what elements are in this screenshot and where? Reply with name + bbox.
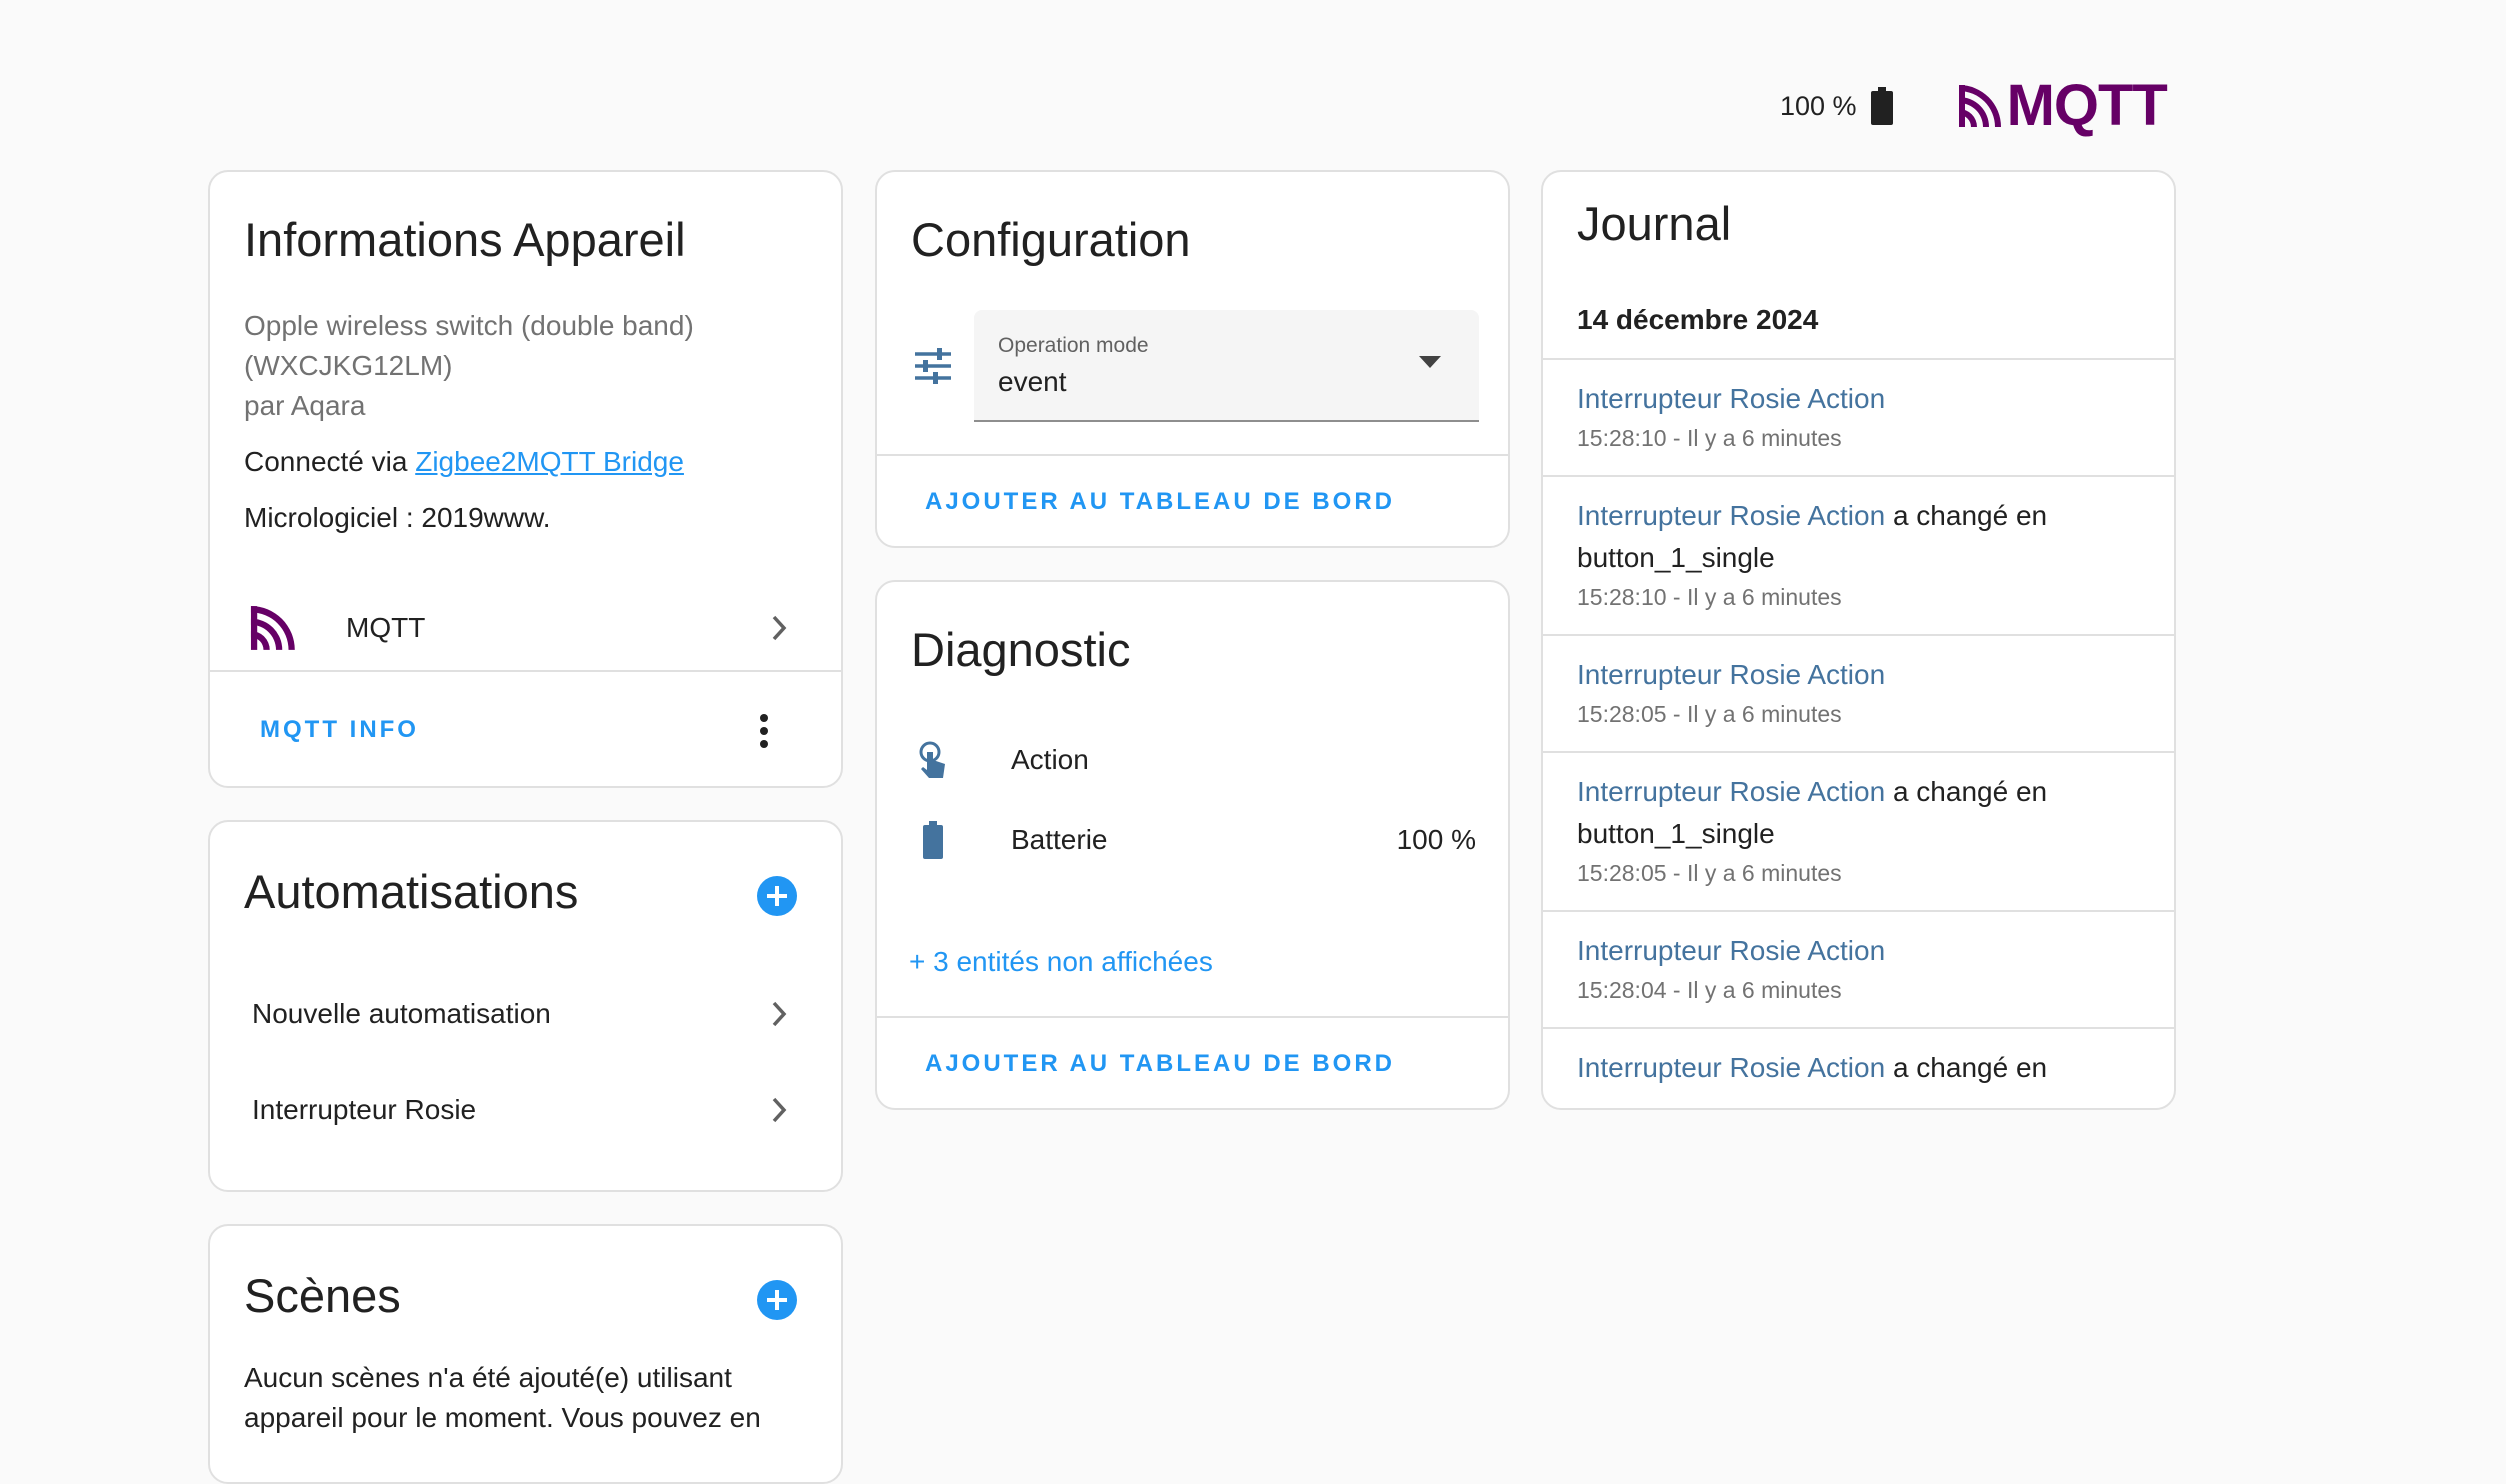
- add-to-dashboard-button[interactable]: AJOUTER AU TABLEAU DE BORD: [925, 1050, 1395, 1078]
- entry-line: Interrupteur Rosie Action a changé en: [1577, 771, 2140, 813]
- automation-item[interactable]: Interrupteur Rosie: [210, 1062, 841, 1158]
- battery-icon: [1870, 87, 1893, 125]
- divider: [877, 1016, 1508, 1018]
- logbook-entry: Interrupteur Rosie Action 15:28:05 - Il …: [1543, 634, 2174, 732]
- chevron-right-icon: [772, 1097, 787, 1123]
- arrow-drop-down-icon: [1419, 356, 1441, 368]
- divider: [877, 454, 1508, 456]
- entity-link[interactable]: Interrupteur Rosie Action: [1577, 1052, 1885, 1083]
- add-circle-icon[interactable]: [757, 1280, 797, 1320]
- card-title: Scènes: [244, 1269, 401, 1322]
- logbook-date: 14 décembre 2024: [1577, 304, 1819, 335]
- model-id: (WXCJKG12LM): [244, 350, 453, 381]
- card-title: Diagnostic: [911, 623, 1131, 676]
- entry-line: Interrupteur Rosie Action a changé en: [1577, 495, 2140, 537]
- automation-label: Interrupteur Rosie: [252, 1094, 477, 1125]
- select-value: event: [998, 366, 1067, 397]
- logbook-entry: Interrupteur Rosie Action a changé en bu…: [1543, 751, 2174, 891]
- automations-card: Automatisations Nouvelle automatisation …: [208, 820, 843, 1192]
- entity-link[interactable]: Interrupteur Rosie Action: [1577, 383, 1885, 414]
- entity-link[interactable]: Interrupteur Rosie Action: [1577, 659, 1885, 690]
- mqtt-info-button[interactable]: MQTT INFO: [260, 716, 419, 744]
- entity-row-battery[interactable]: Batterie 100 %: [877, 804, 1508, 876]
- device-info-card: Informations Appareil Opple wireless swi…: [208, 170, 843, 788]
- diagnostic-card: Diagnostic Action Batterie 100 % + 3 ent…: [875, 580, 1510, 1110]
- mqtt-logo-icon: [1958, 85, 2001, 127]
- hidden-entities-link[interactable]: + 3 entités non affichées: [909, 946, 1213, 978]
- logbook-entry: Interrupteur Rosie Action 15:28:04 - Il …: [1543, 910, 2174, 1008]
- battery-icon: [923, 821, 943, 859]
- divider: [210, 670, 841, 672]
- select-label: Operation mode: [998, 334, 1149, 357]
- automation-item[interactable]: Nouvelle automatisation: [210, 966, 841, 1062]
- entity-name: Batterie: [1011, 824, 1108, 855]
- card-title: Journal: [1577, 197, 1732, 250]
- entry-time: 15:28:10 - Il y a 6 minutes: [1577, 584, 1842, 610]
- manufacturer: par Aqara: [244, 390, 366, 421]
- top-bar: 100 % MQTT: [1780, 73, 2168, 138]
- logbook-entry: Interrupteur Rosie Action 15:28:10 - Il …: [1543, 358, 2174, 456]
- integration-label: MQTT: [346, 612, 426, 643]
- logbook-entry: Interrupteur Rosie Action a changé en bu…: [1543, 475, 2174, 615]
- card-title: Automatisations: [244, 865, 579, 918]
- entry-value: button_1_single: [1577, 818, 1775, 849]
- model-name: Opple wireless switch (double band): [244, 310, 694, 341]
- entity-row-action[interactable]: Action: [877, 724, 1508, 796]
- entry-message: a changé en: [1885, 776, 2048, 807]
- scenes-card: Scènes Aucun scènes n'a été ajouté(e) ut…: [208, 1224, 843, 1484]
- automation-label: Nouvelle automatisation: [252, 998, 551, 1029]
- entry-time: 15:28:10 - Il y a 6 minutes: [1577, 425, 1842, 451]
- gesture-tap-icon: [919, 741, 945, 778]
- entry-value: button_1_single: [1577, 542, 1775, 573]
- entry-line: Interrupteur Rosie Action: [1577, 654, 2140, 696]
- entity-value: 100 %: [1396, 824, 1476, 855]
- entity-name: Action: [1011, 744, 1089, 775]
- entry-line: Interrupteur Rosie Action: [1577, 378, 2140, 420]
- connected-via: Connecté via Zigbee2MQTT Bridge: [244, 446, 684, 478]
- chevron-right-icon: [772, 615, 787, 641]
- chevron-right-icon: [772, 1001, 787, 1027]
- operation-mode-select[interactable]: Operation mode event: [974, 310, 1479, 422]
- scenes-empty-text: Aucun scènes n'a été ajouté(e) utilisant…: [244, 1362, 761, 1433]
- device-model: Opple wireless switch (double band) (WXC…: [244, 306, 804, 426]
- add-to-dashboard-button[interactable]: AJOUTER AU TABLEAU DE BORD: [925, 488, 1395, 516]
- add-circle-icon[interactable]: [757, 876, 797, 916]
- logbook-entry: Interrupteur Rosie Action a changé en: [1543, 1027, 2174, 1089]
- connected-via-label: Connecté via: [244, 446, 416, 477]
- brand-text: MQTT: [2006, 73, 2168, 138]
- tune-icon: [915, 348, 951, 384]
- entry-line: Interrupteur Rosie Action: [1577, 930, 2140, 972]
- entity-link[interactable]: Interrupteur Rosie Action: [1577, 500, 1885, 531]
- entry-time: 15:28:05 - Il y a 6 minutes: [1577, 701, 1842, 727]
- card-title: Configuration: [911, 213, 1191, 266]
- entry-message: a changé en: [1885, 500, 2048, 531]
- entry-message: a changé en: [1885, 1052, 2048, 1083]
- entity-link[interactable]: Interrupteur Rosie Action: [1577, 935, 1885, 966]
- entity-link[interactable]: Interrupteur Rosie Action: [1577, 776, 1885, 807]
- firmware-version: Micrologiciel : 2019www.: [244, 502, 551, 533]
- more-vert-icon[interactable]: [759, 714, 769, 748]
- mqtt-brand-logo: MQTT: [1958, 73, 2168, 138]
- bridge-link[interactable]: Zigbee2MQTT Bridge: [415, 446, 684, 477]
- battery-status-text: 100 %: [1780, 90, 1857, 121]
- logbook-card: Journal 14 décembre 2024 Interrupteur Ro…: [1541, 170, 2176, 1110]
- configuration-card: Configuration Operation mode event AJOUT…: [875, 170, 1510, 548]
- card-title: Informations Appareil: [244, 213, 686, 266]
- entry-line: Interrupteur Rosie Action a changé en: [1577, 1047, 2140, 1089]
- entry-time: 15:28:04 - Il y a 6 minutes: [1577, 977, 1842, 1003]
- entry-time: 15:28:05 - Il y a 6 minutes: [1577, 860, 1842, 886]
- mqtt-logo-icon: [250, 606, 295, 650]
- integration-row-mqtt[interactable]: MQTT: [210, 580, 841, 676]
